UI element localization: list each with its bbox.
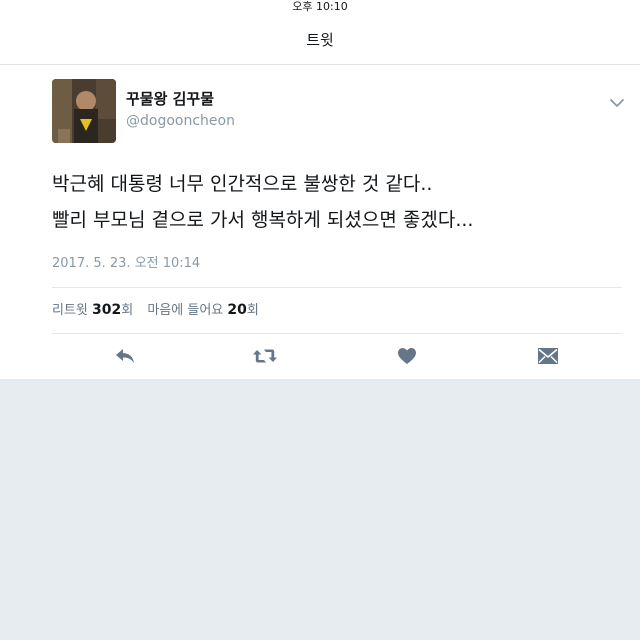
display-name[interactable]: 꾸물왕 김꾸물 xyxy=(126,89,214,109)
tweet-text-line: 박근혜 대통령 너무 인간적으로 불쌍한 것 같다.. xyxy=(52,173,433,195)
retweet-icon[interactable] xyxy=(252,343,278,369)
tweet-timestamp: 2017. 5. 23. 오전 10:14 xyxy=(52,256,201,271)
avatar[interactable] xyxy=(52,79,116,143)
page-title: 트윗 xyxy=(306,31,334,49)
tweet-card: 꾸물왕 김꾸물 @dogooncheon 박근혜 대통령 너무 인간적으로 불쌍… xyxy=(0,65,640,379)
reply-icon[interactable] xyxy=(112,343,138,369)
retweets-unit: 회 xyxy=(121,303,134,318)
divider xyxy=(52,287,622,288)
heart-icon[interactable] xyxy=(394,343,420,369)
likes-count: 20 xyxy=(227,302,247,318)
likes-label: 마음에 들어요 xyxy=(147,303,224,318)
direct-message-icon[interactable] xyxy=(535,343,561,369)
status-bar-time: 오후 10:10 xyxy=(292,0,348,13)
tweet-text: 박근혜 대통령 너무 인간적으로 불쌍한 것 같다.. 빨리 부모님 곁으로 가… xyxy=(52,168,612,240)
top-bar: 오후 10:10 트윗 xyxy=(0,0,640,65)
retweets-count: 302 xyxy=(92,302,122,318)
chevron-down-icon[interactable] xyxy=(608,95,626,109)
retweets-label: 리트윗 xyxy=(52,303,88,318)
tweet-actions xyxy=(0,343,640,369)
likes-unit: 회 xyxy=(246,303,259,318)
divider xyxy=(52,333,622,334)
likes-stat[interactable]: 마음에 들어요 20회 xyxy=(147,301,259,320)
username[interactable]: @dogooncheon xyxy=(126,112,235,130)
tweet-stats: 리트윗 302회 마음에 들어요 20회 xyxy=(52,301,269,320)
tweet-text-line: 빨리 부모님 곁으로 가서 행복하게 되셨으면 좋겠다... xyxy=(52,209,474,231)
retweets-stat[interactable]: 리트윗 302회 xyxy=(52,301,133,320)
